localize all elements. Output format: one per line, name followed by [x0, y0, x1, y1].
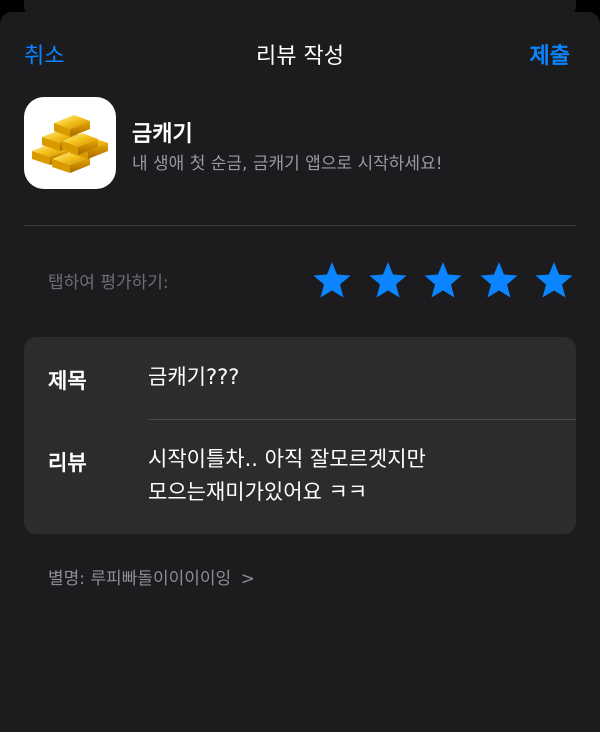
chevron-right-icon: > [240, 569, 255, 589]
divider [24, 225, 576, 226]
app-name: 금캐기 [132, 122, 193, 147]
star-icon[interactable] [534, 260, 574, 300]
star-icon[interactable] [368, 260, 408, 300]
form-divider [148, 419, 576, 420]
title-field[interactable]: 금캐기??? [148, 361, 239, 394]
rating-label: 탭하여 평가하기: [48, 273, 169, 293]
page-title: 리뷰 작성 [256, 44, 344, 69]
nickname-text: 별명: 루피빠돌이이이이잉 [48, 569, 232, 589]
review-field[interactable]: 시작이틀차.. 아직 잘모르겟지만 모으는재미가있어요 ㅋㅋ [148, 443, 426, 509]
review-form: 제목 금캐기??? 리뷰 시작이틀차.. 아직 잘모르겟지만 모으는재미가있어요… [24, 337, 576, 534]
star-icon[interactable] [479, 260, 519, 300]
star-rating[interactable] [312, 260, 576, 300]
title-label: 제목 [48, 369, 87, 393]
review-sheet: 취소 리뷰 작성 제출 금캐기 내 생애 첫 순금, 금캐기 앱으로 시작하세요… [0, 12, 600, 732]
nickname-link[interactable]: 별명: 루피빠돌이이이이잉 > [48, 564, 255, 589]
star-icon[interactable] [312, 260, 352, 300]
review-label: 리뷰 [48, 451, 87, 475]
submit-button[interactable]: 제출 [530, 38, 570, 70]
app-tagline: 내 생애 첫 순금, 금캐기 앱으로 시작하세요! [132, 154, 443, 174]
gold-bars-icon [24, 97, 116, 189]
navigation-bar: 취소 리뷰 작성 제출 [0, 12, 600, 92]
star-icon[interactable] [423, 260, 463, 300]
